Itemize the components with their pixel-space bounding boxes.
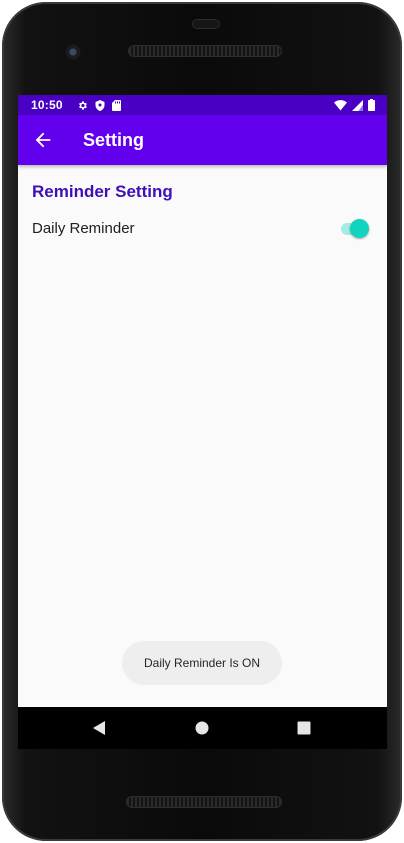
- arrow-back-icon: [35, 132, 51, 148]
- page-title: Setting: [83, 130, 144, 150]
- settings-icon: [78, 100, 87, 110]
- status-bar: 10:50: [18, 95, 387, 115]
- home-circle-icon: [195, 721, 209, 735]
- notification-icons: [77, 99, 121, 111]
- proximity-sensor: [192, 19, 220, 29]
- app-bar: Setting: [18, 115, 387, 165]
- system-icons: [334, 99, 375, 111]
- signal-icon: [352, 99, 363, 111]
- earpiece-speaker: [128, 45, 282, 57]
- daily-reminder-label: Daily Reminder: [32, 220, 135, 237]
- nav-back-button[interactable]: [91, 720, 107, 736]
- nav-home-button[interactable]: [194, 720, 210, 736]
- nav-recents-button[interactable]: [296, 720, 312, 736]
- shield-icon: [95, 99, 105, 111]
- navigation-bar: [18, 707, 387, 749]
- recents-square-icon: [297, 721, 311, 735]
- bottom-speaker: [126, 796, 282, 808]
- daily-reminder-row[interactable]: Daily Reminder: [18, 213, 387, 245]
- switch-thumb: [350, 219, 369, 238]
- device-screen: 10:50 Setting Reminder Setting Daily Rem…: [18, 95, 387, 749]
- daily-reminder-switch[interactable]: [340, 217, 370, 239]
- toast-message: Daily Reminder Is ON: [122, 641, 282, 685]
- back-button[interactable]: [32, 129, 54, 151]
- wifi-icon: [334, 99, 347, 110]
- battery-icon: [368, 99, 375, 111]
- status-time: 10:50: [31, 98, 63, 112]
- sd-card-icon: [111, 99, 121, 111]
- section-title: Reminder Setting: [32, 182, 173, 201]
- back-triangle-icon: [93, 721, 105, 735]
- front-camera: [65, 44, 81, 60]
